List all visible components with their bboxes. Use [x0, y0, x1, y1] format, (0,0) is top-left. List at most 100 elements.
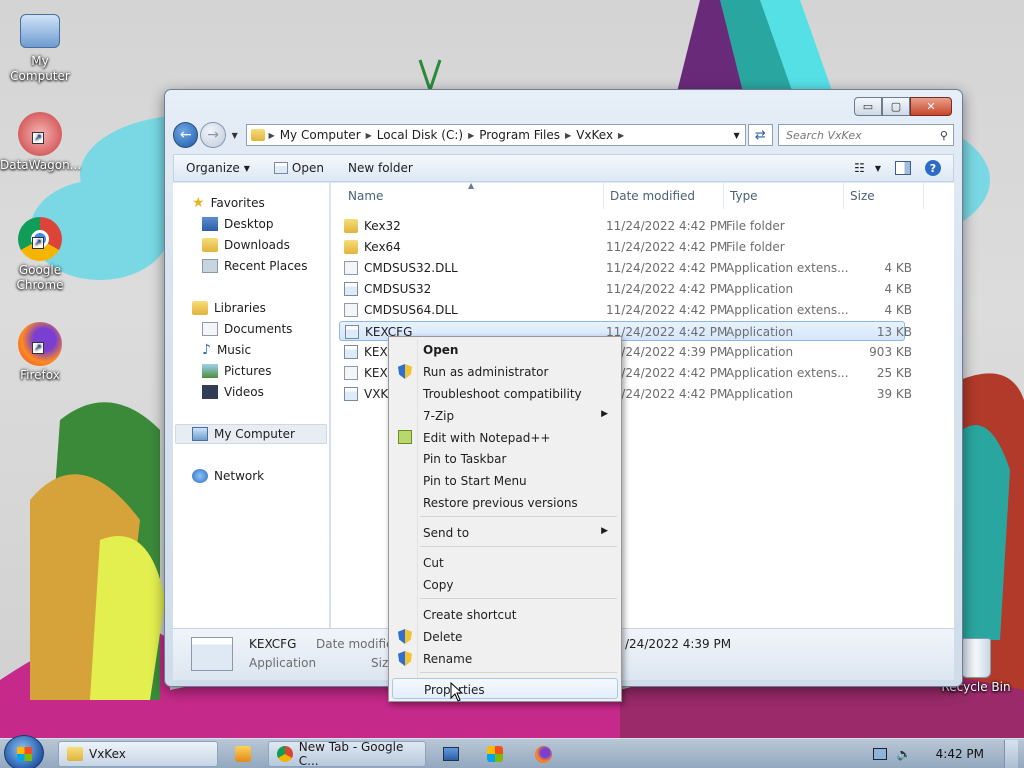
breadcrumb-separator[interactable]: ▶ [618, 131, 624, 140]
breadcrumb-vxkex[interactable]: VxKex [571, 128, 618, 142]
maximize-button[interactable]: ▢ [882, 97, 910, 116]
desktop-icon-datawagon[interactable]: ↗ DataWagon... [0, 112, 81, 173]
menu-item-send-to[interactable]: Send to ▶ [392, 522, 618, 543]
system-tray: 🔈 4:42 PM [872, 739, 1024, 768]
nav-videos[interactable]: Videos [202, 382, 264, 402]
column-divider[interactable] [603, 183, 604, 209]
nav-desktop[interactable]: Desktop [202, 214, 274, 234]
nav-recent-places[interactable]: Recent Places [202, 256, 307, 276]
close-button[interactable]: ✕ [910, 97, 952, 116]
show-desktop-button[interactable] [1004, 740, 1018, 768]
breadcrumb-program-files[interactable]: Program Files [474, 128, 565, 142]
network-icon [192, 469, 208, 483]
taskbar: VxKex New Tab - Google C... 🔈 4:42 PM [0, 735, 1024, 768]
column-divider[interactable] [923, 183, 924, 209]
back-button[interactable]: ← [173, 122, 199, 148]
preview-pane-button[interactable] [895, 161, 911, 175]
menu-item-create-shortcut[interactable]: Create shortcut [392, 604, 618, 625]
nav-documents[interactable]: Documents [202, 319, 292, 339]
menu-item-run-as-administrator[interactable]: Run as administrator [392, 361, 618, 382]
menu-item-edit-with-notepad-plus-plus[interactable]: Edit with Notepad++ [392, 427, 618, 448]
volume-icon[interactable]: 🔈 [897, 747, 912, 761]
open-button[interactable]: Open [262, 161, 336, 175]
column-date-modified[interactable]: Date modified [610, 189, 695, 203]
desktop-icon-label: My Computer [10, 54, 70, 83]
nav-label: Music [216, 343, 252, 357]
computer-icon [20, 14, 60, 48]
file-size: 13 KB [876, 325, 912, 339]
column-type[interactable]: Type [730, 189, 758, 203]
breadcrumb-local-disk[interactable]: Local Disk (C:) [372, 128, 468, 142]
forward-button[interactable]: → [200, 122, 226, 148]
settings-icon [487, 746, 503, 762]
recent-pages-dropdown[interactable]: ▼ [228, 131, 242, 140]
address-bar[interactable]: ▶ My Computer ▶ Local Disk (C:) ▶ Progra… [245, 124, 746, 146]
nav-music[interactable]: ♪ Music [202, 340, 251, 360]
file-row[interactable]: CMDSUS32 11/24/2022 4:42 PM Application … [339, 279, 912, 299]
file-row[interactable]: Kex64 11/24/2022 4:42 PM File folder [339, 237, 905, 257]
file-name: Kex32 [364, 219, 401, 233]
file-row[interactable]: Kex32 11/24/2022 4:42 PM File folder [339, 216, 905, 236]
application-icon [344, 345, 358, 359]
column-divider[interactable] [843, 183, 844, 209]
organize-button[interactable]: Organize ▼ [174, 161, 262, 175]
menu-label: Create shortcut [423, 608, 517, 622]
menu-item-troubleshoot-compatibility[interactable]: Troubleshoot compatibility [392, 383, 618, 404]
start-button[interactable] [4, 735, 44, 768]
file-type: File folder [726, 240, 785, 254]
column-name[interactable]: Name [348, 189, 383, 203]
breadcrumb-my-computer[interactable]: My Computer [275, 128, 366, 142]
taskbar-button-explorer[interactable]: VxKex [58, 741, 218, 767]
nav-downloads[interactable]: Downloads [202, 235, 290, 255]
column-headers: Name ▲ Date modified Type Size [331, 181, 954, 209]
file-type: Application extens... [726, 366, 849, 380]
nav-network[interactable]: Network [192, 466, 264, 486]
menu-item-properties[interactable]: Properties [392, 678, 618, 699]
menu-item-pin-to-start-menu[interactable]: Pin to Start Menu [392, 470, 618, 491]
taskbar-button-chrome[interactable]: New Tab - Google C... [268, 740, 426, 768]
menu-separator [420, 546, 617, 547]
help-button[interactable]: ? [925, 160, 941, 176]
menu-label: Delete [423, 630, 463, 644]
desktop-icon-firefox[interactable]: ↗ Firefox [0, 322, 80, 383]
nav-label: Favorites [210, 196, 265, 210]
nav-pictures[interactable]: Pictures [202, 361, 272, 381]
refresh-button[interactable]: ⇄ [747, 124, 773, 146]
column-divider[interactable] [723, 183, 724, 209]
menu-item-7-zip[interactable]: 7-Zip ▶ [392, 405, 618, 426]
taskbar-media-player[interactable] [228, 742, 258, 766]
file-date: 11/24/2022 4:42 PM [606, 240, 728, 254]
network-tray-icon[interactable] [872, 748, 887, 760]
taskbar-control-panel[interactable] [480, 742, 510, 766]
submenu-arrow-icon: ▶ [601, 409, 608, 419]
menu-item-copy[interactable]: Copy [392, 574, 618, 595]
file-row[interactable]: CMDSUS64.DLL 11/24/2022 4:42 PM Applicat… [339, 300, 912, 320]
menu-item-pin-to-taskbar[interactable]: Pin to Taskbar [392, 448, 618, 469]
view-options-button[interactable]: ☷ ▼ [854, 161, 881, 175]
desktop-icon-my-computer[interactable]: My Computer [0, 10, 80, 84]
nav-label: My Computer [214, 427, 295, 441]
nav-label: Libraries [214, 301, 266, 315]
column-size[interactable]: Size [850, 189, 875, 203]
taskbar-button-label: New Tab - Google C... [298, 740, 404, 768]
address-dropdown[interactable]: ▼ [729, 131, 745, 140]
taskbar-firefox[interactable] [528, 742, 558, 766]
datawagon-icon: ↗ [18, 112, 62, 156]
menu-item-restore-previous-versions[interactable]: Restore previous versions [392, 492, 618, 513]
nav-libraries[interactable]: Libraries [192, 298, 266, 318]
file-row[interactable]: CMDSUS32.DLL 11/24/2022 4:42 PM Applicat… [339, 258, 912, 278]
new-folder-button[interactable]: New folder [336, 161, 425, 175]
menu-item-open[interactable]: Open [392, 339, 618, 360]
desktop-icon-google-chrome[interactable]: ↗ Google Chrome [0, 217, 80, 293]
menu-label: Edit with Notepad++ [423, 431, 551, 445]
menu-item-delete[interactable]: Delete [392, 626, 618, 647]
folder-icon [344, 240, 358, 254]
menu-item-cut[interactable]: Cut [392, 552, 618, 573]
clock[interactable]: 4:42 PM [936, 747, 984, 761]
nav-my-computer[interactable]: My Computer [175, 424, 327, 444]
nav-favorites[interactable]: ★ Favorites [192, 193, 265, 213]
taskbar-remote-desktop[interactable] [436, 742, 466, 766]
menu-item-rename[interactable]: Rename [392, 648, 618, 669]
minimize-button[interactable]: ▭ [854, 97, 882, 116]
search-input[interactable]: Search VxKex ⚲ [777, 124, 954, 146]
